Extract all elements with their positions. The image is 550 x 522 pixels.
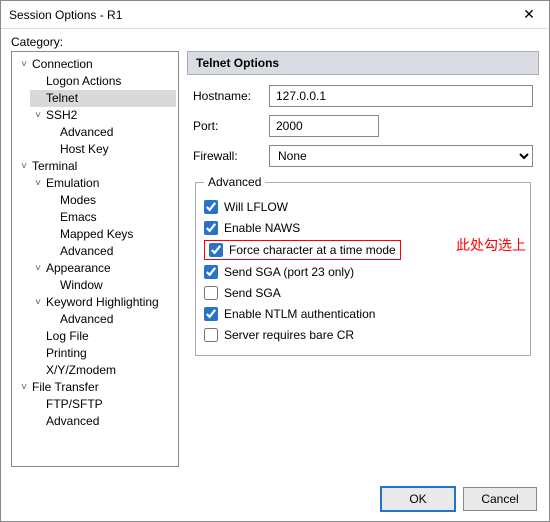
row-will-lflow: Will LFLOW [204, 198, 522, 216]
hostname-row: Hostname: [193, 85, 533, 107]
window-title: Session Options - R1 [9, 8, 122, 22]
tree-item-keyword-highlighting[interactable]: ˅ Keyword Highlighting [30, 294, 176, 311]
tree-label: Logon Actions [46, 73, 121, 90]
label-bare-cr[interactable]: Server requires bare CR [224, 326, 354, 344]
advanced-group: Advanced Will LFLOW Enable NAWS [195, 175, 531, 356]
hostname-label: Hostname: [193, 89, 269, 103]
cancel-button[interactable]: Cancel [463, 487, 537, 511]
tree-item-ssh2-advanced[interactable]: Advanced [44, 124, 176, 141]
tree-label: Host Key [60, 141, 109, 158]
tree-label: Terminal [32, 158, 77, 175]
checkbox-bare-cr[interactable] [204, 328, 218, 342]
checkbox-send-sga23[interactable] [204, 265, 218, 279]
port-row: Port: [193, 115, 533, 137]
main-row: ˅ Connection Logon Actions Telnet ˅ SSH2 [11, 51, 539, 467]
tree-label: Connection [32, 56, 93, 73]
row-enable-ntlm: Enable NTLM authentication [204, 305, 522, 323]
port-input[interactable] [269, 115, 379, 137]
tree-label: Advanced [60, 243, 113, 260]
advanced-legend: Advanced [204, 175, 265, 189]
checkbox-enable-naws[interactable] [204, 221, 218, 235]
tree-label: File Transfer [32, 379, 99, 396]
tree-item-xyzmodem[interactable]: X/Y/Zmodem [30, 362, 176, 379]
titlebar: Session Options - R1 ✕ [1, 1, 549, 29]
row-send-sga: Send SGA [204, 284, 522, 302]
tree-item-window[interactable]: Window [44, 277, 176, 294]
telnet-form: Hostname: Port: Firewall: None [187, 75, 539, 356]
tree-label: Mapped Keys [60, 226, 133, 243]
tree-label: X/Y/Zmodem [46, 362, 116, 379]
chevron-down-icon[interactable]: ˅ [32, 260, 44, 277]
tree-item-keyword-advanced[interactable]: Advanced [44, 311, 176, 328]
tree-item-connection[interactable]: ˅ Connection [16, 56, 176, 73]
chevron-down-icon[interactable]: ˅ [18, 158, 30, 175]
checkbox-force-char[interactable] [209, 243, 223, 257]
tree-item-modes[interactable]: Modes [44, 192, 176, 209]
label-send-sga[interactable]: Send SGA [224, 284, 281, 302]
ok-button[interactable]: OK [381, 487, 455, 511]
checkbox-send-sga[interactable] [204, 286, 218, 300]
tree-item-telnet[interactable]: Telnet [30, 90, 176, 107]
label-send-sga23[interactable]: Send SGA (port 23 only) [224, 263, 354, 281]
tree-item-logon-actions[interactable]: Logon Actions [30, 73, 176, 90]
tree-label: Window [60, 277, 103, 294]
tree-label: FTP/SFTP [46, 396, 103, 413]
chevron-down-icon[interactable]: ˅ [18, 56, 30, 73]
port-label: Port: [193, 119, 269, 133]
chevron-down-icon[interactable]: ˅ [32, 294, 44, 311]
label-force-char[interactable]: Force character at a time mode [229, 241, 396, 259]
row-send-sga23: Send SGA (port 23 only) [204, 263, 522, 281]
highlight-box: Force character at a time mode [204, 240, 401, 260]
tree-item-emulation[interactable]: ˅ Emulation [30, 175, 176, 192]
tree-label: SSH2 [46, 107, 77, 124]
annotation-text: 此处勾选上 [456, 235, 526, 255]
category-label: Category: [11, 35, 539, 49]
tree-item-emacs[interactable]: Emacs [44, 209, 176, 226]
tree-label: Emacs [60, 209, 97, 226]
firewall-row: Firewall: None [193, 145, 533, 167]
close-button[interactable]: ✕ [509, 1, 549, 29]
chevron-down-icon[interactable]: ˅ [32, 107, 44, 124]
chevron-down-icon[interactable]: ˅ [32, 175, 44, 192]
dialog-footer: OK Cancel [1, 477, 549, 521]
tree-item-host-key[interactable]: Host Key [44, 141, 176, 158]
tree-item-ft-advanced[interactable]: Advanced [30, 413, 176, 430]
checkbox-enable-ntlm[interactable] [204, 307, 218, 321]
tree-label: Keyword Highlighting [46, 294, 159, 311]
tree-label: Log File [46, 328, 89, 345]
close-icon: ✕ [523, 6, 535, 23]
tree-label: Appearance [46, 260, 111, 277]
chevron-down-icon[interactable]: ˅ [18, 379, 30, 396]
firewall-label: Firewall: [193, 149, 269, 163]
tree-label: Telnet [46, 90, 78, 107]
tree-item-log-file[interactable]: Log File [30, 328, 176, 345]
checkbox-will-lflow[interactable] [204, 200, 218, 214]
label-will-lflow[interactable]: Will LFLOW [224, 198, 288, 216]
panel-title: Telnet Options [187, 51, 539, 75]
tree-item-printing[interactable]: Printing [30, 345, 176, 362]
tree-item-mapped-keys[interactable]: Mapped Keys [44, 226, 176, 243]
label-enable-naws[interactable]: Enable NAWS [224, 219, 300, 237]
hostname-input[interactable] [269, 85, 533, 107]
tree-item-appearance[interactable]: ˅ Appearance [30, 260, 176, 277]
tree-item-file-transfer[interactable]: ˅ File Transfer [16, 379, 176, 396]
tree-label: Modes [60, 192, 96, 209]
session-options-dialog: Session Options - R1 ✕ Category: ˅ Conne… [0, 0, 550, 522]
tree-label: Advanced [60, 124, 113, 141]
tree-item-ssh2[interactable]: ˅ SSH2 [30, 107, 176, 124]
firewall-select[interactable]: None [269, 145, 533, 167]
tree-label: Advanced [60, 311, 113, 328]
tree-item-ftp-sftp[interactable]: FTP/SFTP [30, 396, 176, 413]
tree-item-terminal[interactable]: ˅ Terminal [16, 158, 176, 175]
label-enable-ntlm[interactable]: Enable NTLM authentication [224, 305, 375, 323]
tree-item-emulation-advanced[interactable]: Advanced [44, 243, 176, 260]
right-panel: Telnet Options Hostname: Port: Firewall:… [187, 51, 539, 467]
dialog-body: Category: ˅ Connection Logon Actions Tel… [1, 29, 549, 477]
row-bare-cr: Server requires bare CR [204, 326, 522, 344]
tree-label: Advanced [46, 413, 99, 430]
category-tree[interactable]: ˅ Connection Logon Actions Telnet ˅ SSH2 [11, 51, 179, 467]
tree-label: Emulation [46, 175, 99, 192]
tree-label: Printing [46, 345, 87, 362]
